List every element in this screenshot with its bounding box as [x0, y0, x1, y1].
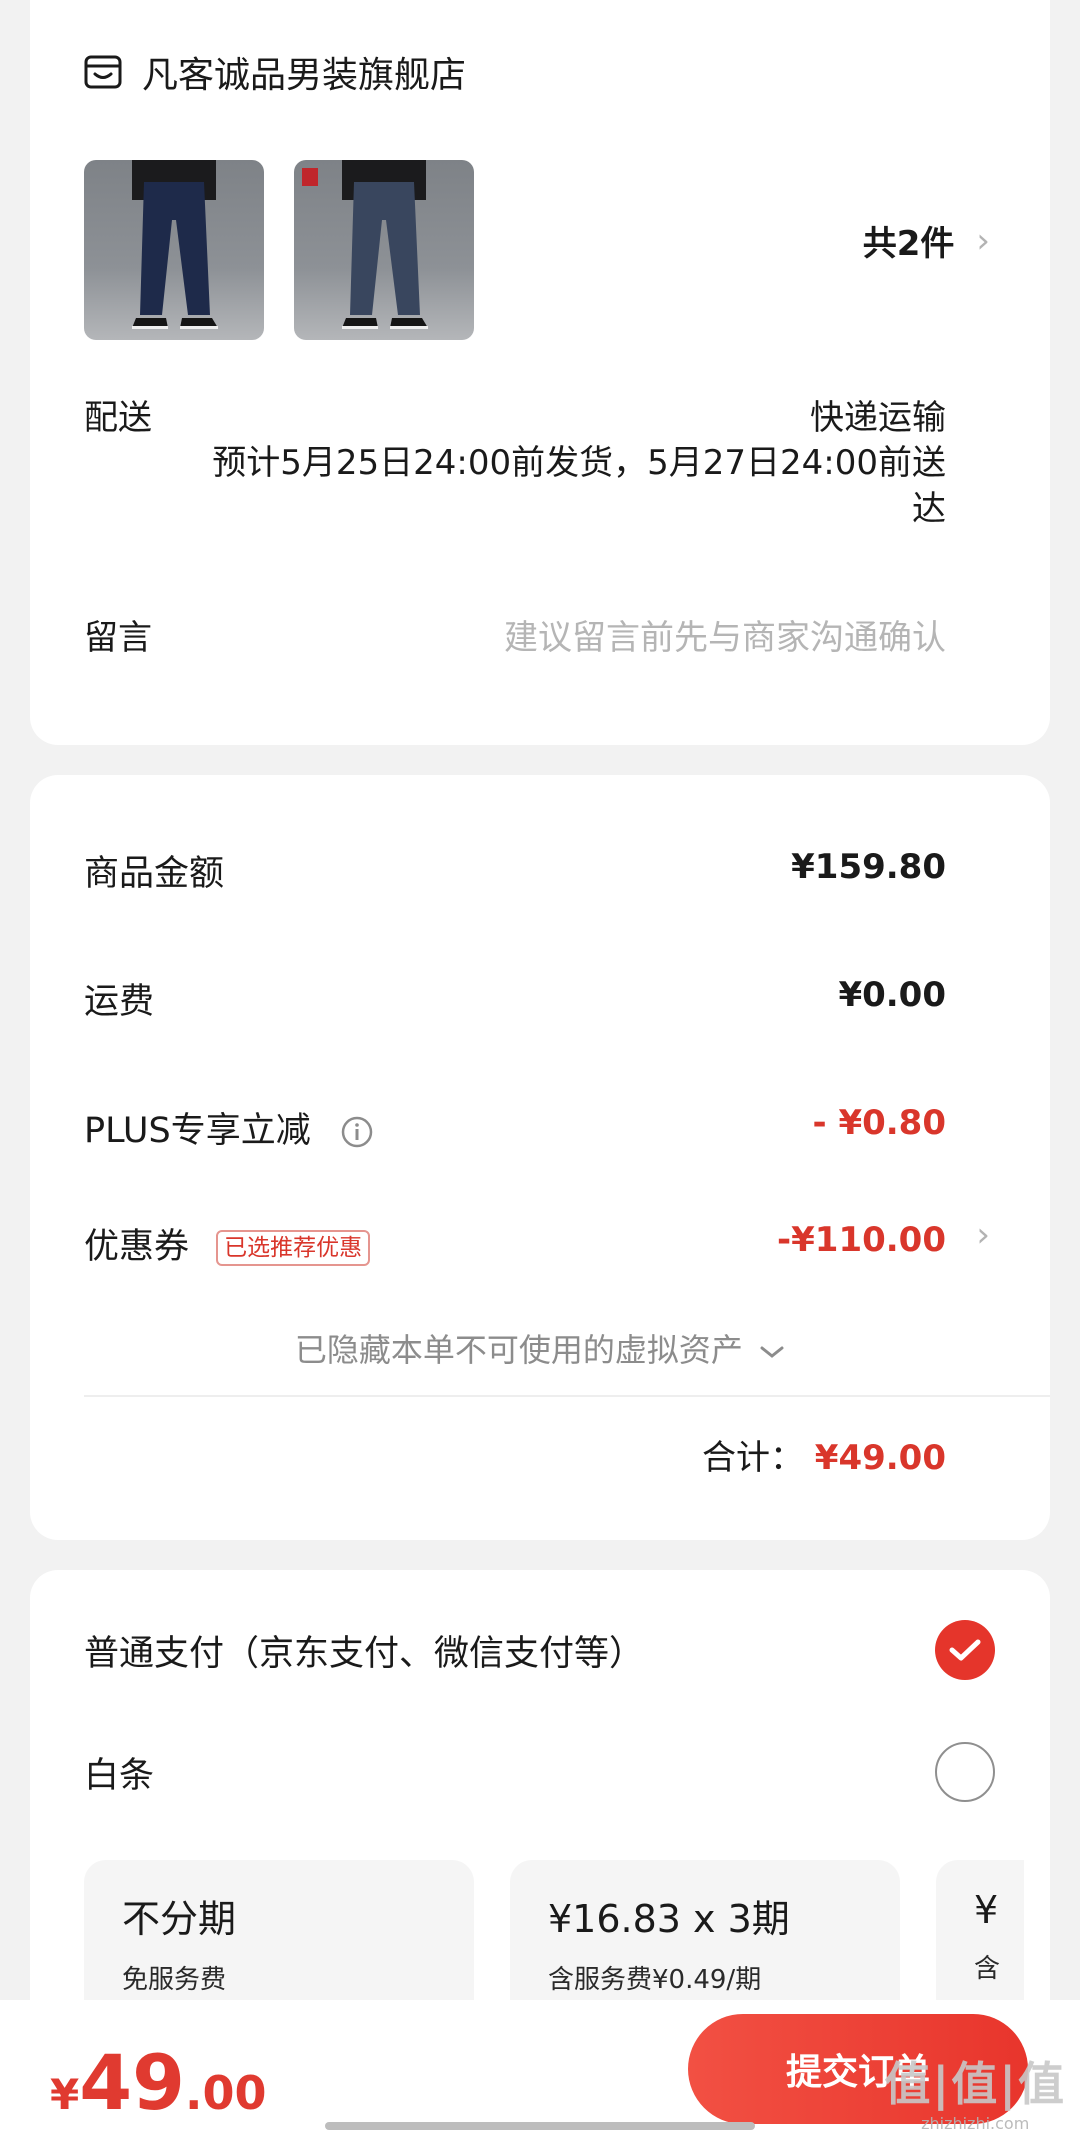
- info-icon[interactable]: [340, 1115, 374, 1149]
- bottom-total: ¥49.00: [50, 2038, 267, 2127]
- shop-name: 凡客诚品男装旗舰店: [142, 55, 467, 96]
- plan-title: ¥: [974, 1888, 999, 1932]
- delivery-method[interactable]: 快递运输: [810, 390, 946, 439]
- payment-normal-label: 普通支付（京东支付、微信支付等）: [84, 1633, 645, 1674]
- currency-symbol: ¥: [50, 2070, 80, 2119]
- total-integer: 49: [79, 2038, 185, 2127]
- shipping-fee-label: 运费: [84, 982, 155, 1022]
- plus-discount-row: PLUS专享立减: [84, 1102, 374, 1153]
- payment-option-baitiao[interactable]: 白条: [84, 1742, 995, 1802]
- payment-baitiao-label: 白条: [84, 1755, 155, 1796]
- plan-subtitle: 含服务费¥0.49/期: [548, 1965, 762, 1995]
- bottom-bar: ¥49.00 提交订单 值|值|值 zhizhizhi.com: [0, 2000, 1080, 2144]
- product-thumbnail[interactable]: [294, 160, 474, 340]
- message-input[interactable]: 建议留言前先与商家沟通确认: [504, 610, 946, 659]
- delivery-label: 配送: [84, 398, 152, 438]
- coupon-value[interactable]: -¥110.00: [777, 1220, 946, 1260]
- item-count-link[interactable]: 共2件 ›: [863, 216, 990, 265]
- product-thumbnail[interactable]: [84, 160, 264, 340]
- plus-discount-value: - ¥0.80: [812, 1103, 947, 1143]
- divider: [84, 1395, 1050, 1397]
- plus-discount-label: PLUS专享立减: [84, 1111, 311, 1151]
- hidden-assets-toggle[interactable]: 已隐藏本单不可使用的虚拟资产: [30, 1325, 1050, 1371]
- plan-title: ¥16.83 x 3期: [548, 1897, 790, 1941]
- shop-card: 凡客诚品男装旗舰店 共2件 › 配送 快递运输 预计5月25日24:00前发货，…: [30, 0, 1050, 745]
- home-indicator[interactable]: [325, 2122, 755, 2130]
- total-label: 合计：: [701, 1438, 804, 1478]
- checkmark-icon[interactable]: [935, 1620, 995, 1680]
- shop-header[interactable]: 凡客诚品男装旗舰店: [84, 46, 466, 98]
- coupon-row[interactable]: 优惠券 已选推荐优惠: [84, 1218, 371, 1269]
- goods-amount-label: 商品金额: [84, 854, 225, 894]
- total-line: 合计： ¥49.00: [702, 1430, 946, 1479]
- shipping-fee-value: ¥0.00: [838, 975, 946, 1015]
- amount-card: 商品金额 ¥159.80 运费 ¥0.00 PLUS专享立减 - ¥0.80 优…: [30, 775, 1050, 1540]
- plan-subtitle: 含: [974, 1954, 1001, 1984]
- watermark-logo: 值|值|值 zhizhizhi.com: [884, 2048, 1066, 2133]
- chevron-right-icon[interactable]: ›: [976, 1215, 990, 1255]
- coupon-tag: 已选推荐优惠: [216, 1230, 371, 1266]
- radio-unchecked[interactable]: [935, 1742, 995, 1802]
- item-count: 共2件: [862, 224, 955, 264]
- coupon-label: 优惠券: [84, 1227, 190, 1267]
- total-decimal: .00: [185, 2066, 267, 2120]
- goods-amount-value: ¥159.80: [791, 847, 946, 887]
- hidden-assets-text: 已隐藏本单不可使用的虚拟资产: [294, 1331, 743, 1369]
- plan-subtitle: 免服务费: [122, 1965, 227, 1995]
- chevron-down-icon: [760, 1346, 784, 1358]
- watermark-text: 值|值|值: [884, 2057, 1066, 2111]
- delivery-estimate: 预计5月25日24:00前发货，5月27日24:00前送达: [212, 443, 946, 529]
- message-label: 留言: [84, 618, 152, 658]
- plan-title: 不分期: [122, 1897, 237, 1941]
- payment-option-normal[interactable]: 普通支付（京东支付、微信支付等）: [84, 1620, 995, 1680]
- shop-icon: [84, 55, 122, 89]
- chevron-right-icon: ›: [976, 220, 990, 261]
- watermark-sub: zhizhizhi.com: [921, 2114, 1030, 2133]
- total-value: ¥49.00: [814, 1438, 946, 1478]
